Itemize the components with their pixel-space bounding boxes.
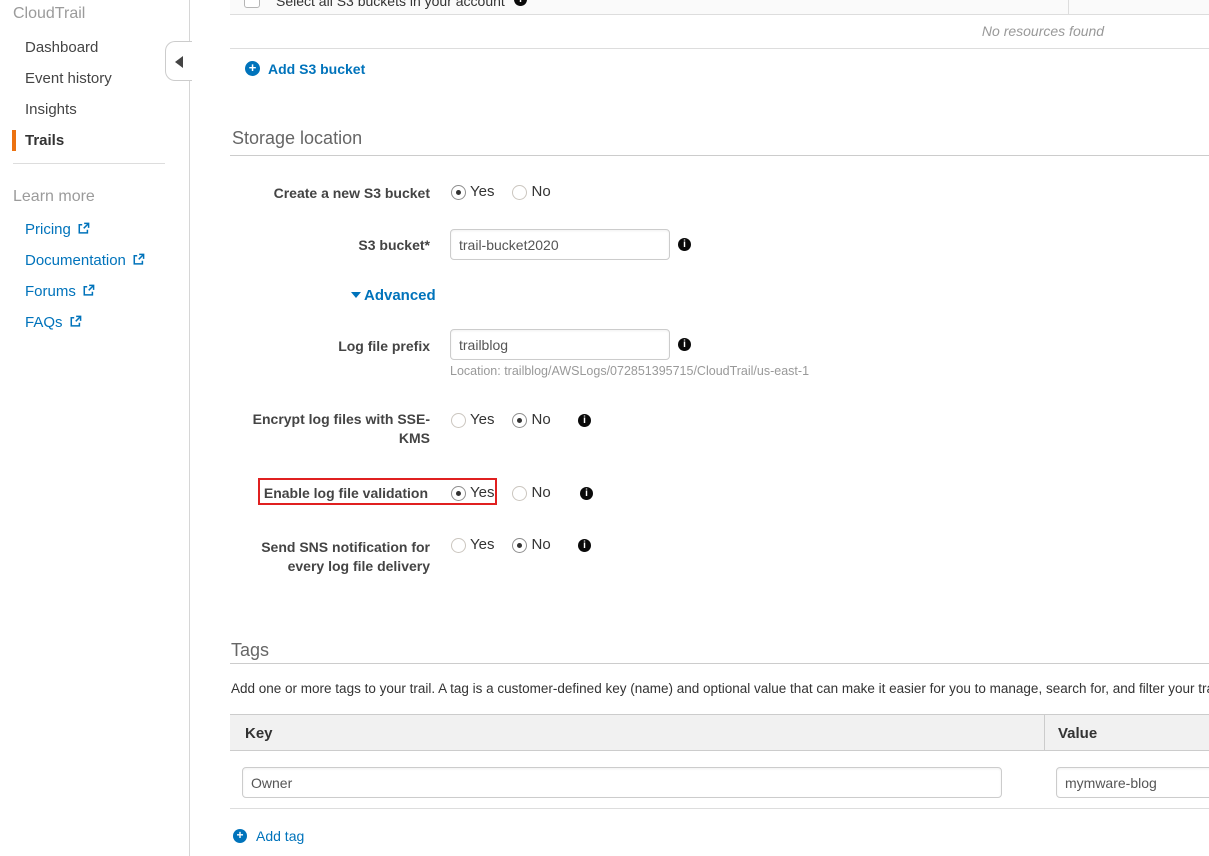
s3-bucket-label: S3 bucket* — [230, 236, 430, 255]
info-icon[interactable]: i — [578, 414, 591, 427]
collapse-left-icon — [175, 56, 183, 68]
log-location-hint: Location: trailblog/AWSLogs/072851395715… — [450, 364, 809, 379]
storage-location-heading: Storage location — [232, 129, 362, 148]
info-icon[interactable]: i — [578, 539, 591, 552]
external-link-icon — [77, 222, 90, 235]
sidebar: CloudTrail Dashboard Event history Insig… — [0, 0, 190, 856]
validation-yes-radio[interactable] — [451, 486, 466, 501]
key-column-header: Key — [245, 725, 273, 742]
table-border — [230, 14, 1209, 15]
table-border — [230, 808, 1209, 809]
create-bucket-no-radio[interactable] — [512, 185, 527, 200]
sidebar-item-insights[interactable]: Insights — [25, 101, 77, 119]
sidebar-link-forums[interactable]: Forums — [25, 283, 95, 301]
sidebar-collapse-button[interactable] — [165, 41, 192, 81]
tags-description: Add one or more tags to your trail. A ta… — [231, 681, 1209, 696]
info-icon[interactable]: i — [580, 487, 593, 500]
sidebar-item-trails[interactable]: Trails — [25, 132, 64, 150]
sidebar-divider — [13, 163, 165, 164]
external-link-icon — [69, 315, 82, 328]
create-bucket-label: Create a new S3 bucket — [230, 184, 430, 203]
caret-down-icon — [351, 292, 361, 298]
sidebar-link-faqs[interactable]: FAQs — [25, 314, 82, 332]
validation-label: Enable log file validation — [230, 484, 428, 503]
add-tag-button[interactable]: Add tag — [256, 829, 304, 844]
radio-yes-label: Yes — [470, 183, 494, 201]
validation-radio-group: Yes No — [451, 484, 551, 502]
select-all-checkbox[interactable] — [244, 0, 260, 8]
value-column-header: Value — [1058, 725, 1097, 742]
radio-no-label: No — [531, 536, 550, 554]
learn-more-title: Learn more — [13, 187, 95, 206]
log-prefix-input[interactable] — [450, 329, 670, 360]
sidebar-item-dashboard[interactable]: Dashboard — [25, 39, 98, 57]
validation-no-radio[interactable] — [512, 486, 527, 501]
radio-no-label: No — [531, 411, 550, 429]
advanced-toggle[interactable]: Advanced — [364, 288, 436, 304]
info-icon[interactable]: i — [678, 338, 691, 351]
create-bucket-yes-radio[interactable] — [451, 185, 466, 200]
plus-circle-icon: + — [245, 61, 260, 76]
add-s3-bucket-button[interactable]: Add S3 bucket — [268, 61, 365, 77]
create-bucket-radio-group: Yes No — [451, 183, 551, 201]
cloudtrail-create-trail-page: CloudTrail Dashboard Event history Insig… — [0, 0, 1209, 856]
radio-no-label: No — [531, 484, 550, 502]
sidebar-item-event-history[interactable]: Event history — [25, 70, 112, 88]
active-item-bar — [12, 130, 16, 151]
tags-heading: Tags — [231, 641, 269, 660]
radio-no-label: No — [531, 183, 550, 201]
sidebar-link-pricing[interactable]: Pricing — [25, 221, 90, 239]
external-link-icon — [132, 253, 145, 266]
tag-value-input[interactable] — [1056, 767, 1209, 798]
encrypt-yes-radio[interactable] — [451, 413, 466, 428]
sidebar-title: CloudTrail — [13, 4, 85, 23]
log-prefix-label: Log file prefix — [230, 337, 430, 356]
select-all-label: Select all S3 buckets in your account — [276, 0, 505, 9]
sns-radio-group: Yes No — [451, 536, 551, 554]
sidebar-link-documentation[interactable]: Documentation — [25, 252, 145, 270]
sns-no-radio[interactable] — [512, 538, 527, 553]
column-separator — [1068, 0, 1069, 14]
table-border — [230, 48, 1209, 49]
sns-label: Send SNS notification for every log file… — [250, 538, 430, 576]
sns-yes-radio[interactable] — [451, 538, 466, 553]
radio-yes-label: Yes — [470, 411, 494, 429]
column-separator — [1044, 715, 1045, 751]
section-rule — [230, 155, 1209, 156]
s3-bucket-input[interactable] — [450, 229, 670, 260]
external-link-icon — [82, 284, 95, 297]
encrypt-no-radio[interactable] — [512, 413, 527, 428]
empty-table-message: No resources found — [982, 23, 1104, 39]
info-icon[interactable]: i — [678, 238, 691, 251]
radio-yes-label: Yes — [470, 484, 494, 502]
tag-key-input[interactable] — [242, 767, 1002, 798]
radio-yes-label: Yes — [470, 536, 494, 554]
encrypt-label: Encrypt log files with SSE-KMS — [250, 410, 430, 448]
section-rule — [230, 663, 1209, 664]
plus-circle-icon: + — [233, 829, 247, 843]
encrypt-radio-group: Yes No — [451, 411, 551, 429]
